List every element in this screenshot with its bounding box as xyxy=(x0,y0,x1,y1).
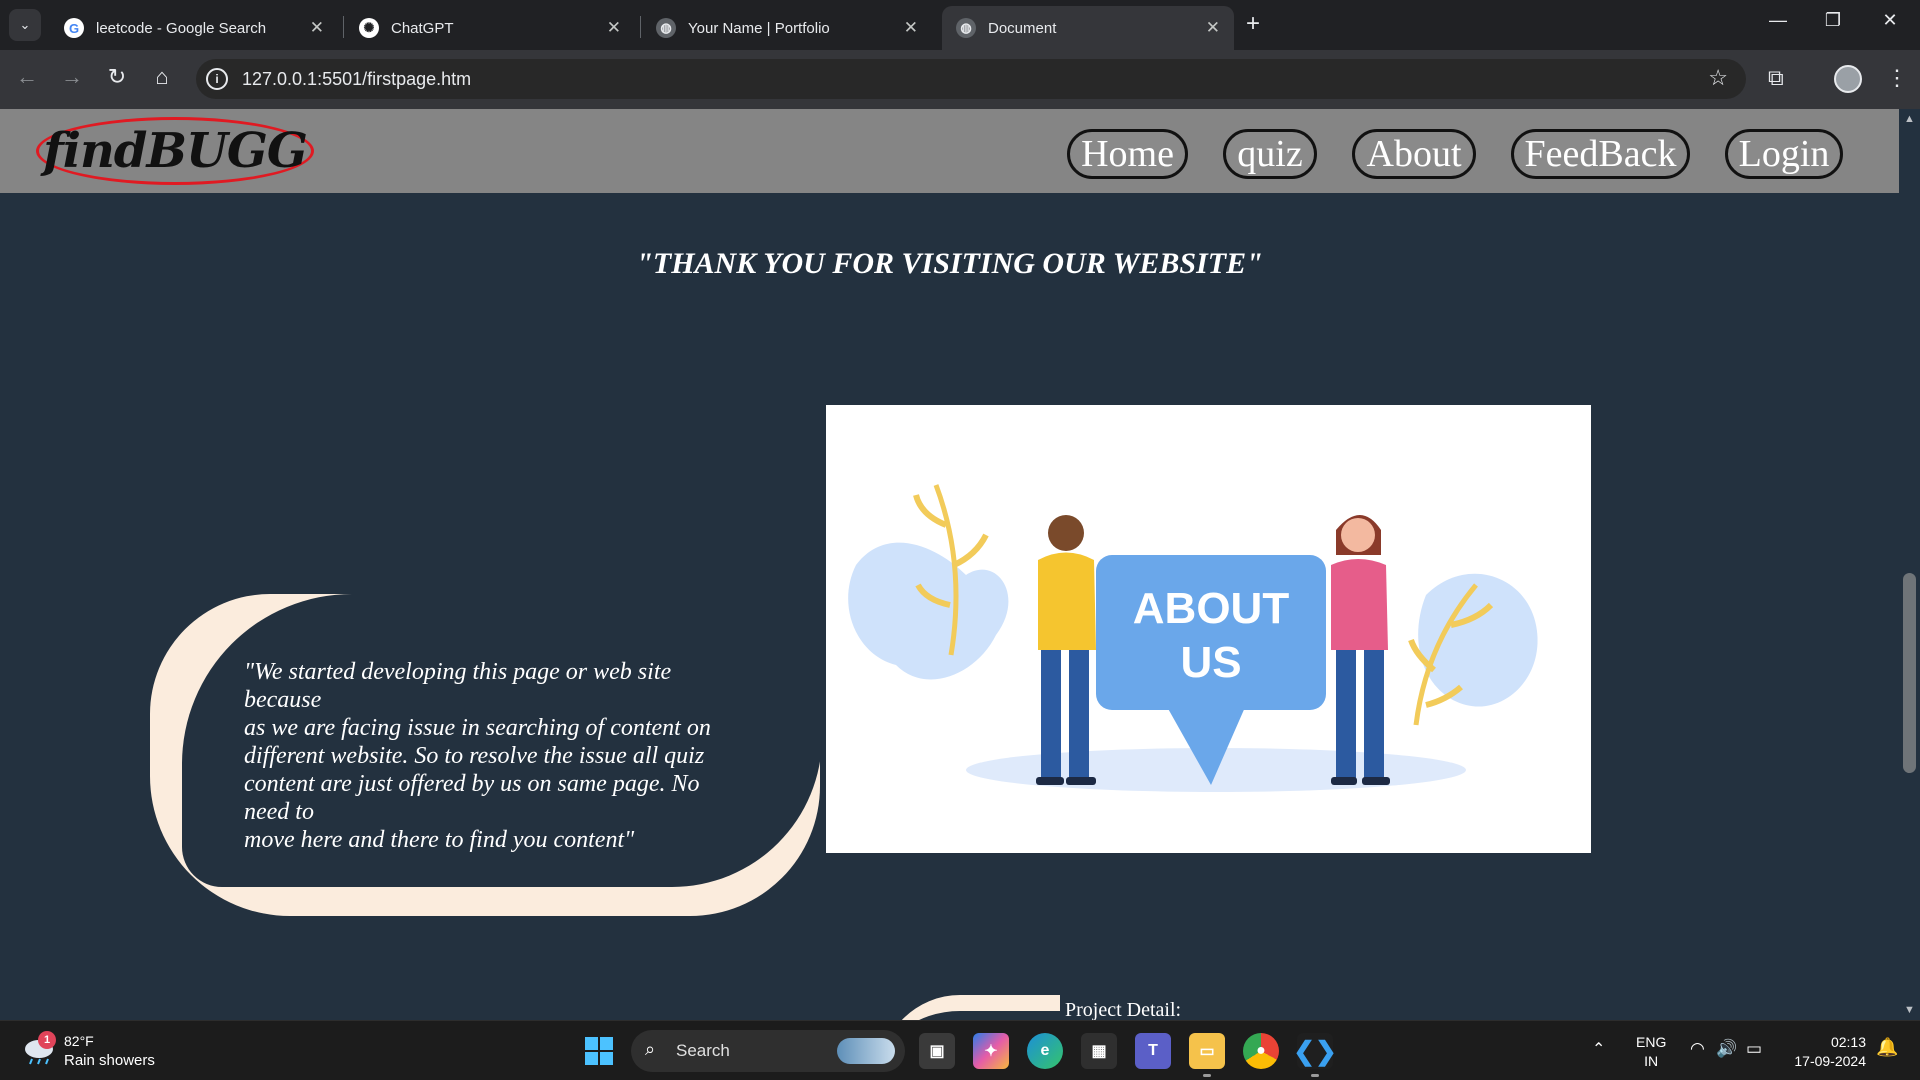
weather-temperature[interactable]: 82°F xyxy=(64,1033,94,1049)
close-icon[interactable]: ✕ xyxy=(1206,18,1220,38)
page-viewport: findBUGG Home quiz About FeedBack Login … xyxy=(0,109,1899,1020)
home-icon[interactable]: ⌂ xyxy=(145,64,179,90)
new-tab-button[interactable]: + xyxy=(1246,10,1260,38)
thank-you-heading: "THANK YOU FOR VISITING OUR WEBSITE" xyxy=(636,247,1263,280)
browser-toolbar: ← → ↻ ⌂ i 127.0.0.1:5501/firstpage.htm ☆… xyxy=(0,50,1920,109)
back-icon[interactable]: ← xyxy=(10,64,44,90)
tab-strip: ⌄ G leetcode - Google Search ✕ ✺ ChatGPT… xyxy=(0,0,1920,50)
quote-line: need to xyxy=(244,799,314,825)
tab-chatgpt[interactable]: ✺ ChatGPT ✕ xyxy=(345,6,635,50)
reload-icon[interactable]: ↻ xyxy=(100,64,134,90)
quote-line: "We started developing this page or web … xyxy=(244,659,672,685)
language-indicator[interactable]: ENG IN xyxy=(1636,1033,1666,1071)
profile-avatar[interactable] xyxy=(1834,65,1862,93)
about-image-line1: ABOUT xyxy=(1133,584,1290,633)
system-clock[interactable]: 02:13 17-09-2024 xyxy=(1786,1033,1866,1071)
clock-date: 17-09-2024 xyxy=(1794,1053,1866,1069)
tab-portfolio[interactable]: ◍ Your Name | Portfolio ✕ xyxy=(642,6,932,50)
windows-start-icon[interactable] xyxy=(585,1037,613,1065)
chrome-icon[interactable]: ● xyxy=(1243,1033,1279,1069)
nav-home[interactable]: Home xyxy=(1067,129,1188,179)
taskbar-search[interactable]: ⌕ Search xyxy=(631,1030,905,1072)
close-icon[interactable]: ✕ xyxy=(607,18,621,38)
nav-feedback[interactable]: FeedBack xyxy=(1511,129,1690,179)
page-scrollbar[interactable]: ▲ ▼ xyxy=(1899,109,1920,1020)
close-icon[interactable]: ✕ xyxy=(310,18,324,38)
forward-icon[interactable]: → xyxy=(55,64,89,90)
region-code: IN xyxy=(1644,1053,1659,1069)
microsoft-store-icon[interactable]: ▦ xyxy=(1081,1033,1117,1069)
tab-title: ChatGPT xyxy=(391,19,454,37)
tab-title: Document xyxy=(988,19,1057,37)
edge-icon[interactable]: e xyxy=(1027,1033,1063,1069)
language-code: ENG xyxy=(1636,1034,1667,1050)
tab-search-button[interactable]: ⌄ xyxy=(9,9,41,41)
close-icon[interactable]: ✕ xyxy=(904,18,918,38)
about-image-line2: US xyxy=(1180,638,1241,687)
copilot-icon[interactable]: ✦ xyxy=(973,1033,1009,1069)
search-highlight-image xyxy=(837,1038,895,1064)
chevron-up-icon[interactable]: ⌃ xyxy=(1592,1039,1605,1059)
globe-icon: ◍ xyxy=(956,18,976,38)
site-navbar: findBUGG Home quiz About FeedBack Login xyxy=(0,109,1899,193)
site-logo[interactable]: findBUGG xyxy=(36,117,314,185)
chevron-down-icon: ⌄ xyxy=(19,17,31,32)
weather-description[interactable]: Rain showers xyxy=(64,1052,155,1069)
about-quote: "We started developing this page or web … xyxy=(244,658,749,854)
restore-button[interactable]: ❐ xyxy=(1813,10,1853,31)
project-detail-heading: Project Detail: xyxy=(1065,999,1182,1020)
wifi-icon[interactable]: ◠ xyxy=(1690,1039,1705,1059)
quote-line: content are just offered by us on same p… xyxy=(244,771,700,797)
bookmark-star-icon[interactable]: ☆ xyxy=(1708,65,1728,91)
tab-title: leetcode - Google Search xyxy=(96,19,267,37)
quote-line: as we are facing issue in searching of c… xyxy=(244,715,711,741)
clock-time: 02:13 xyxy=(1830,1034,1866,1050)
task-view-icon[interactable]: ▣ xyxy=(919,1033,955,1069)
notification-bell-icon[interactable]: 🔔 xyxy=(1876,1037,1898,1058)
about-us-image: ABOUT US xyxy=(826,405,1591,853)
chatgpt-icon: ✺ xyxy=(359,18,379,38)
tab-document[interactable]: ◍ Document ✕ xyxy=(942,6,1234,50)
address-bar[interactable]: i 127.0.0.1:5501/firstpage.htm ☆ xyxy=(196,59,1746,99)
tab-title: Your Name | Portfolio xyxy=(688,19,830,37)
scroll-down-icon[interactable]: ▼ xyxy=(1904,1004,1915,1016)
nav-login[interactable]: Login xyxy=(1725,129,1843,179)
vscode-icon[interactable]: ❮❯ xyxy=(1293,1033,1337,1077)
battery-icon[interactable]: ▭ xyxy=(1746,1039,1762,1059)
about-us-illustration: ABOUT US xyxy=(848,484,1538,792)
tab-leetcode-search[interactable]: G leetcode - Google Search ✕ xyxy=(50,6,338,50)
menu-kebab-icon[interactable]: ⋮ xyxy=(1886,65,1908,91)
taskbar-search-label: Search xyxy=(676,1041,730,1060)
nav-quiz[interactable]: quiz xyxy=(1223,129,1317,179)
close-window-button[interactable]: ✕ xyxy=(1870,10,1910,31)
project-decoration xyxy=(880,995,1060,1020)
windows-taskbar: 1 82°F Rain showers ⌕ Search ▣ ✦ e ▦ T ▭… xyxy=(0,1020,1920,1080)
weather-badge: 1 xyxy=(38,1031,56,1049)
minimize-button[interactable]: — xyxy=(1758,10,1798,31)
volume-icon[interactable]: 🔊 xyxy=(1716,1039,1737,1059)
quote-line: because xyxy=(244,687,322,713)
globe-icon: ◍ xyxy=(656,18,676,38)
logo-text: findBUGG xyxy=(43,123,308,179)
quote-line: different website. So to resolve the iss… xyxy=(244,743,705,769)
scrollbar-thumb[interactable] xyxy=(1903,573,1916,773)
tab-divider xyxy=(343,16,344,38)
extensions-icon[interactable]: ⧉ xyxy=(1768,65,1784,91)
teams-icon[interactable]: T xyxy=(1135,1033,1171,1069)
site-info-icon[interactable]: i xyxy=(206,68,228,90)
search-icon: ⌕ xyxy=(645,1039,656,1059)
tab-divider xyxy=(640,16,641,38)
google-icon: G xyxy=(64,18,84,38)
file-explorer-icon[interactable]: ▭ xyxy=(1189,1033,1225,1077)
scroll-up-icon[interactable]: ▲ xyxy=(1904,113,1915,125)
quote-line: move here and there to find you content" xyxy=(244,827,635,853)
url-text[interactable]: 127.0.0.1:5501/firstpage.htm xyxy=(242,69,471,90)
nav-about[interactable]: About xyxy=(1352,129,1476,179)
